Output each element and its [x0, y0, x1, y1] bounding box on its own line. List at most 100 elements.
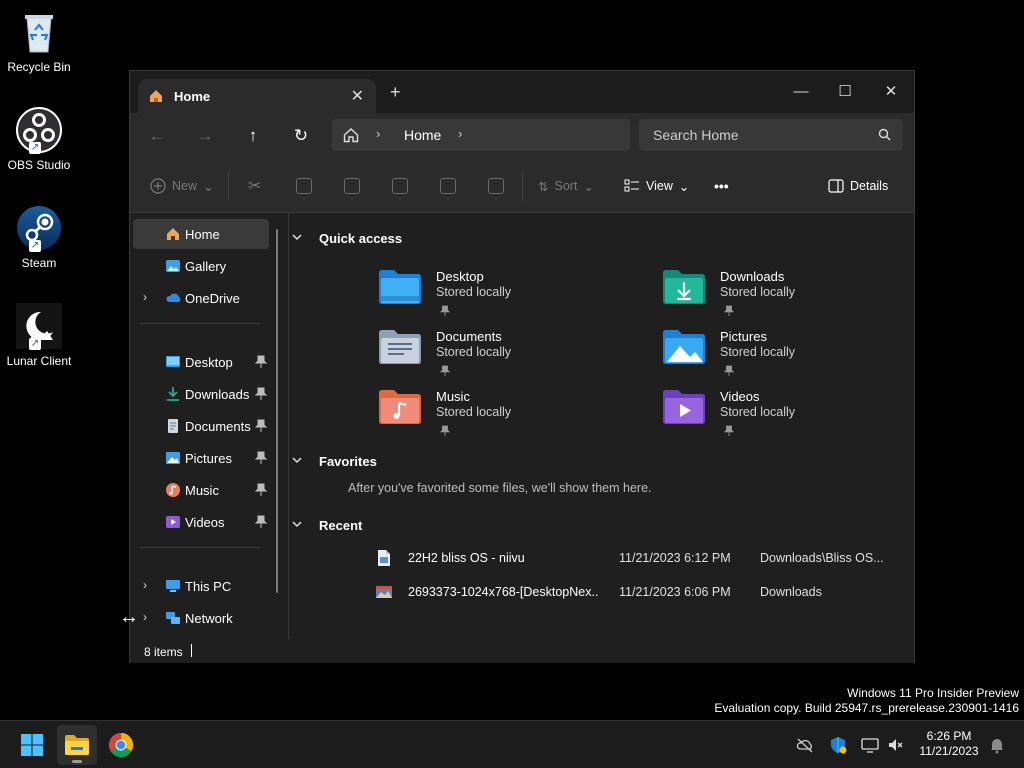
- delete-button[interactable]: [488, 176, 504, 196]
- pin-icon[interactable]: [254, 515, 268, 529]
- chevron-down-icon: [292, 457, 302, 464]
- document-icon: [165, 418, 181, 434]
- recent-row[interactable]: 22H2 bliss OS - niivu 11/21/2023 6:12 PM…: [376, 547, 896, 571]
- chevron-right-icon[interactable]: ›: [143, 610, 147, 624]
- recent-file-location: Downloads\Bliss OS...: [760, 551, 884, 565]
- steam-icon: ↗: [15, 204, 63, 252]
- system-clock[interactable]: 6:26 PM 11/21/2023: [916, 729, 982, 759]
- sidebar-item-this-pc[interactable]: › This PC: [133, 571, 269, 601]
- recent-row[interactable]: [377, 617, 897, 641]
- divider: [228, 171, 229, 201]
- sidebar-item-videos[interactable]: Videos: [133, 507, 269, 537]
- details-pane-icon: [828, 179, 844, 193]
- section-recent[interactable]: Recent: [292, 518, 362, 533]
- chrome-taskbar-button[interactable]: [101, 725, 141, 765]
- desktop-folder-icon: [165, 354, 181, 370]
- quick-access-videos[interactable]: Videos Stored locally: [662, 389, 922, 445]
- new-tab-button[interactable]: +: [390, 83, 401, 101]
- display-icon[interactable]: [861, 736, 879, 754]
- minimize-button[interactable]: —: [778, 77, 824, 107]
- desktop-icon-label: Steam: [21, 256, 57, 270]
- clipboard-icon: [344, 178, 360, 194]
- scissors-icon: ✂: [248, 178, 262, 195]
- tab-close-button[interactable]: ✕: [351, 86, 364, 106]
- view-button[interactable]: View ⌄: [624, 176, 689, 196]
- recent-file-date: 11/21/2023 6:12 PM: [619, 551, 731, 565]
- quick-access-music[interactable]: Music Stored locally: [378, 389, 638, 445]
- home-icon: [148, 88, 164, 104]
- pin-icon: [724, 365, 734, 376]
- more-options-button[interactable]: •••: [714, 176, 729, 196]
- volume-muted-icon[interactable]: [887, 736, 905, 754]
- sort-button[interactable]: ⇅ Sort ⌄: [538, 176, 594, 196]
- evaluation-watermark: Windows 11 Pro Insider Preview Evaluatio…: [714, 686, 1019, 715]
- maximize-button[interactable]: ☐: [822, 77, 868, 107]
- folder-icon: [65, 735, 89, 755]
- sidebar-scrollbar[interactable]: [276, 229, 278, 593]
- shortcut-arrow-icon: ↗: [29, 240, 41, 252]
- sidebar-item-pictures[interactable]: Pictures: [133, 443, 269, 473]
- pin-icon[interactable]: [254, 483, 268, 497]
- sidebar-item-music[interactable]: Music: [133, 475, 269, 505]
- security-shield-icon[interactable]: [829, 736, 847, 754]
- breadcrumb-chevron-icon[interactable]: ›: [376, 126, 380, 141]
- search-input[interactable]: Search Home: [653, 127, 739, 143]
- details-button[interactable]: Details: [828, 176, 888, 196]
- breadcrumb-chevron-icon[interactable]: ›: [458, 126, 462, 141]
- forward-button[interactable]: →: [190, 123, 220, 149]
- onedrive-offline-icon[interactable]: [796, 736, 814, 754]
- plus-circle-icon: [150, 178, 166, 194]
- sidebar-item-network[interactable]: › Network: [133, 603, 269, 633]
- file-explorer-taskbar-button[interactable]: [57, 725, 97, 765]
- sidebar-item-gallery[interactable]: Gallery: [133, 251, 269, 281]
- rename-button[interactable]: [392, 176, 408, 196]
- pin-icon[interactable]: [254, 355, 268, 369]
- quick-access-downloads[interactable]: Downloads Stored locally: [662, 269, 922, 325]
- up-button[interactable]: ↑: [238, 123, 268, 149]
- chevron-right-icon[interactable]: ›: [143, 578, 147, 592]
- start-button[interactable]: [12, 725, 52, 765]
- title-bar[interactable]: Home ✕ + — ☐ ✕: [130, 71, 914, 113]
- resize-cursor-icon: ↔: [119, 606, 139, 628]
- recent-row[interactable]: 2693373-1024x768-[DesktopNex... 11/21/20…: [376, 581, 896, 605]
- section-favorites[interactable]: Favorites: [292, 454, 377, 469]
- sidebar-item-desktop[interactable]: Desktop: [133, 347, 269, 377]
- back-button[interactable]: ←: [142, 123, 172, 149]
- share-button[interactable]: [440, 176, 456, 196]
- desktop-icon-obs-studio[interactable]: ↗ OBS Studio: [0, 106, 78, 172]
- sidebar-item-home[interactable]: Home: [133, 219, 269, 249]
- quick-access-documents[interactable]: Documents Stored locally: [378, 329, 638, 385]
- obs-icon: ↗: [15, 106, 63, 154]
- quick-access-pictures[interactable]: Pictures Stored locally: [662, 329, 922, 385]
- refresh-button[interactable]: ↻: [286, 123, 316, 149]
- notification-bell-icon[interactable]: [988, 736, 1006, 754]
- desktop-icon-recycle-bin[interactable]: Recycle Bin: [0, 8, 78, 74]
- quick-access-desktop[interactable]: Desktop Stored locally: [378, 269, 638, 325]
- close-window-button[interactable]: ✕: [868, 77, 914, 107]
- chevron-right-icon[interactable]: ›: [143, 290, 147, 304]
- desktop-icon-lunar-client[interactable]: ↗ Lunar Client: [0, 302, 78, 368]
- desktop-icon-label: Lunar Client: [6, 354, 72, 368]
- sidebar-item-onedrive[interactable]: › OneDrive: [133, 283, 269, 313]
- pin-icon: [724, 425, 734, 436]
- desktop-icon-label: OBS Studio: [7, 158, 71, 172]
- cut-button[interactable]: ✂: [248, 176, 261, 196]
- search-box[interactable]: Search Home: [639, 119, 903, 151]
- address-bar[interactable]: › Home ›: [332, 119, 630, 151]
- sidebar-item-documents[interactable]: Documents: [133, 411, 269, 441]
- desktop-icon-steam[interactable]: ↗ Steam: [0, 204, 78, 270]
- new-button[interactable]: New ⌄: [150, 176, 214, 196]
- pin-icon[interactable]: [254, 451, 268, 465]
- copy-button[interactable]: [296, 176, 312, 196]
- computer-icon: [165, 578, 181, 594]
- pin-icon[interactable]: [254, 419, 268, 433]
- breadcrumb-home[interactable]: Home: [404, 127, 441, 143]
- pin-icon[interactable]: [254, 387, 268, 401]
- sidebar-item-downloads[interactable]: Downloads: [133, 379, 269, 409]
- chevron-down-icon: [292, 234, 302, 241]
- chevron-down-icon: ⌄: [583, 179, 594, 194]
- tab-home[interactable]: Home ✕: [138, 79, 376, 113]
- section-quick-access[interactable]: Quick access: [292, 231, 402, 246]
- paste-button[interactable]: [344, 176, 360, 196]
- status-bar: 8 items: [130, 639, 914, 663]
